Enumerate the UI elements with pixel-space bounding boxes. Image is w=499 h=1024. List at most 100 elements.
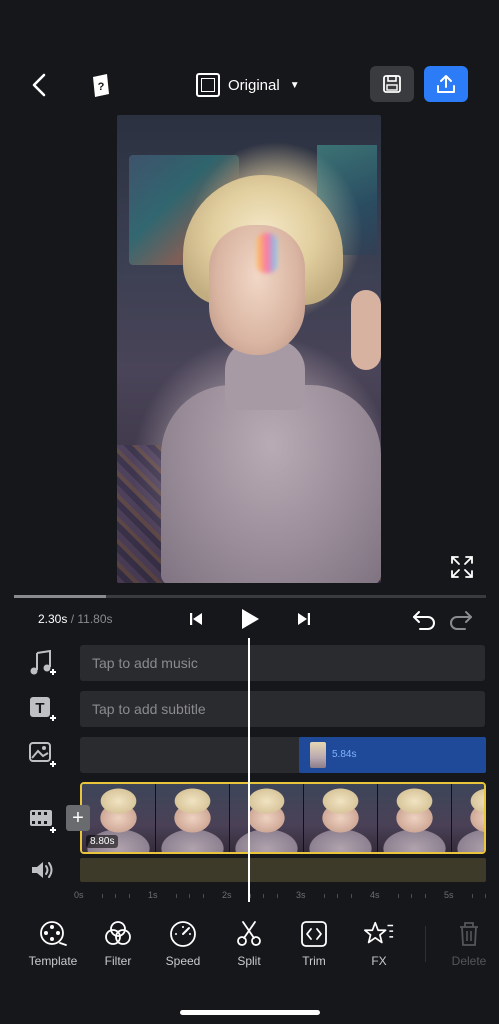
playback-progress-fill (14, 595, 107, 598)
trash-icon (453, 918, 485, 950)
template-tool-button[interactable]: Template (21, 918, 85, 974)
ruler-tick-mark (323, 894, 325, 898)
caret-down-icon: ▼ (289, 79, 300, 91)
ruler-tick-mark (471, 894, 473, 898)
help-book-icon: ? (93, 74, 109, 97)
ruler-tick-mark (424, 894, 426, 898)
ruler-tick-mark (175, 894, 177, 898)
upload-icon (437, 75, 455, 93)
image-add-icon (29, 742, 56, 767)
home-indicator (180, 1010, 320, 1015)
filter-icon (102, 918, 134, 950)
ruler-tick-label: 2s (222, 890, 232, 900)
filter-tool-label: Filter (104, 954, 132, 968)
fx-tool-label: FX (371, 954, 387, 968)
fx-icon (363, 918, 395, 950)
fullscreen-button[interactable] (448, 553, 476, 581)
volume-button[interactable] (26, 853, 60, 887)
split-tool-label: Split (237, 954, 261, 968)
ruler-tick-mark (189, 894, 190, 898)
chevron-left-icon (32, 73, 46, 97)
trim-icon (298, 918, 330, 950)
redo-button[interactable] (447, 606, 475, 634)
speaker-icon (32, 862, 53, 878)
play-icon (242, 609, 259, 629)
top-bar: ? Original ▼ (0, 62, 499, 108)
speed-tool-button[interactable]: Speed (151, 918, 215, 974)
overlay-clip[interactable]: 5.84s (299, 737, 486, 773)
add-video-button[interactable] (26, 803, 60, 837)
speed-tool-label: Speed (165, 954, 201, 968)
add-music-button[interactable] (26, 647, 60, 681)
preview-person-body (161, 385, 381, 583)
ruler-tick-mark (115, 894, 116, 898)
ruler-tick-mark (101, 894, 103, 898)
help-button[interactable]: ? (84, 68, 118, 102)
subtitle-track-lane[interactable]: Tap to add subtitle (80, 691, 485, 727)
music-track-lane[interactable]: Tap to add music (80, 645, 485, 681)
ruler-tick-mark (263, 894, 264, 898)
redo-icon (450, 611, 472, 630)
video-frame-thumbnail (156, 784, 230, 852)
trim-tool-button[interactable]: Trim (282, 918, 346, 974)
ruler-tick-mark (337, 894, 338, 898)
time-display: 2.30s / 11.80s (38, 612, 113, 626)
skip-previous-icon (190, 613, 202, 625)
ruler-tick-mark (202, 894, 204, 898)
toolbar-divider (425, 926, 426, 962)
ruler-tick-mark (397, 894, 399, 898)
scissors-icon (233, 918, 265, 950)
aspect-frame-icon (196, 73, 220, 97)
save-button[interactable] (370, 66, 414, 102)
expand-icon (451, 556, 473, 578)
ruler-tick-mark (411, 894, 412, 898)
subtitle-track-placeholder: Tap to add subtitle (92, 701, 206, 717)
ruler-tick-mark (485, 894, 486, 898)
video-clip-frames (82, 784, 484, 852)
delete-tool-button[interactable]: Delete (437, 918, 499, 974)
split-tool-button[interactable]: Split (217, 918, 281, 974)
overlay-clip-duration: 5.84s (332, 749, 357, 760)
ruler-tick-label: 1s (148, 890, 158, 900)
aspect-ratio-selector[interactable]: Original ▼ (196, 68, 300, 102)
music-add-icon (30, 649, 56, 675)
video-frame-thumbnail (304, 784, 378, 852)
fx-tool-button[interactable]: FX (347, 918, 411, 974)
video-frame-thumbnail (452, 784, 484, 852)
trim-tool-label: Trim (302, 954, 326, 968)
plus-icon: + (72, 806, 84, 829)
video-clip-strip[interactable]: 8.80s (80, 782, 486, 854)
ruler-tick-label: 5s (444, 890, 454, 900)
skip-next-button[interactable] (292, 607, 316, 631)
skip-previous-button[interactable] (184, 607, 208, 631)
play-button[interactable] (235, 604, 265, 634)
ruler-tick-mark (350, 894, 352, 898)
delete-tool-label: Delete (451, 954, 487, 968)
total-time: 11.80s (77, 612, 113, 626)
text-add-icon: T (30, 697, 56, 721)
preview-light-reflection (257, 233, 277, 273)
video-clip-duration: 8.80s (86, 835, 119, 848)
aspect-ratio-label: Original (228, 76, 280, 94)
ruler-tick-mark (128, 894, 130, 898)
playhead[interactable] (248, 638, 250, 902)
add-subtitle-button[interactable]: T (26, 692, 60, 726)
music-track-placeholder: Tap to add music (92, 655, 198, 671)
overlay-clip-thumbnail (310, 742, 326, 768)
playback-progress-bar[interactable] (14, 595, 486, 598)
preview-hand (351, 290, 381, 370)
video-frame-thumbnail (378, 784, 452, 852)
filter-tool-button[interactable]: Filter (86, 918, 150, 974)
export-button[interactable] (424, 66, 468, 102)
video-preview[interactable] (117, 115, 381, 583)
audio-track-lane[interactable] (80, 858, 486, 882)
add-clip-button[interactable]: + (66, 805, 90, 831)
back-button[interactable] (22, 68, 56, 102)
undo-button[interactable] (410, 606, 438, 634)
add-overlay-button[interactable] (26, 738, 60, 772)
ruler-tick-label: 3s (296, 890, 306, 900)
speed-icon (167, 918, 199, 950)
time-separator: / (70, 612, 75, 626)
timeline-ruler: 0s 1s 2s 3s 4s 5s (70, 888, 490, 904)
current-time: 2.30s (38, 612, 68, 626)
